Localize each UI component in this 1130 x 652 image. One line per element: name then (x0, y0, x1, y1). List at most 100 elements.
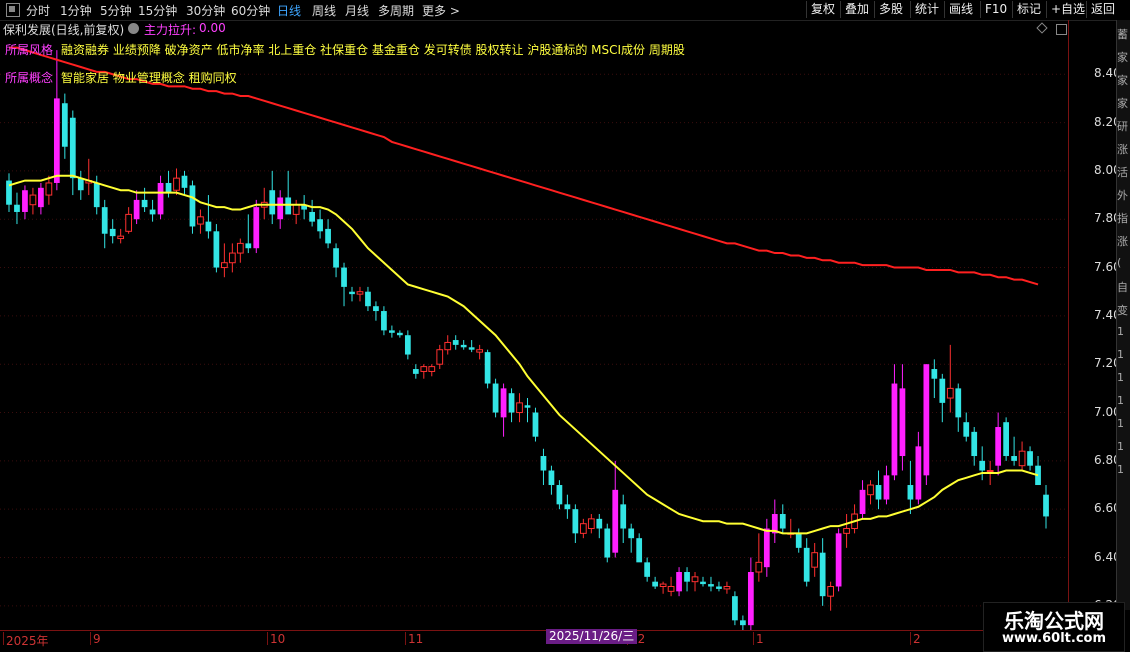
hover-date-label: 2025/11/26/三 (546, 629, 638, 644)
candle (963, 412, 970, 442)
period-tab-6[interactable]: 日线 (277, 2, 301, 19)
tool-button-6[interactable]: 标记 (1012, 1, 1045, 18)
side-panel-char: 蓄 (1117, 28, 1128, 41)
candle-body (532, 412, 539, 437)
period-tab-9[interactable]: 多周期 (378, 2, 414, 19)
watermark-title: 乐淘公式网 (1004, 609, 1104, 633)
candle-body (133, 199, 140, 220)
candle (341, 262, 347, 307)
period-tab-8[interactable]: 月线 (345, 2, 369, 19)
candle-body (220, 262, 228, 269)
side-panel-char: 1 (1117, 371, 1124, 384)
candle-body (356, 291, 364, 295)
candle-body (77, 178, 84, 191)
period-tab-0[interactable]: 分时 (26, 2, 50, 19)
candle-body (22, 190, 28, 212)
candle-body (452, 340, 459, 345)
tool-button-4[interactable]: 画线 (944, 1, 977, 18)
candle-body (763, 528, 770, 568)
candle (236, 238, 244, 263)
candle-body (827, 586, 835, 597)
candle-body (556, 485, 563, 505)
tool-button-0[interactable]: 复权 (806, 1, 839, 18)
candle-body (165, 182, 172, 193)
candle (205, 195, 212, 239)
candle (38, 182, 44, 215)
risk-tags-value: 融资融券 业绩预降 破净资产 低市净率 北上重仓 社保重仓 基金重仓 发可转债 … (61, 43, 685, 57)
candle (946, 344, 954, 413)
candle-body (205, 221, 212, 232)
candle-body (883, 475, 890, 500)
date-tick-label: 10 (266, 632, 286, 646)
date-axis: 2025年 9 10 11 12 1 2 (0, 630, 1068, 651)
side-panel-char: 1 (1117, 440, 1124, 453)
candle (85, 158, 93, 196)
candle-body (564, 504, 571, 510)
candle (540, 448, 547, 486)
candle-body (365, 291, 371, 307)
candle-body (381, 311, 387, 331)
candle-body (228, 252, 236, 264)
tool-button-2[interactable]: 多股 (874, 1, 907, 18)
candle-body (620, 504, 627, 529)
window-toggle-icon[interactable] (1056, 24, 1067, 35)
tool-button-7[interactable]: +自选 (1046, 1, 1089, 18)
candle-body (109, 228, 116, 237)
period-tab-4[interactable]: 30分钟 (186, 2, 225, 19)
candle-body (341, 267, 347, 287)
candle-body (236, 242, 244, 254)
candle (77, 170, 84, 200)
period-tab-1[interactable]: 1分钟 (60, 2, 92, 19)
tool-button-3[interactable]: 统计 (910, 1, 943, 18)
candle (1043, 485, 1049, 529)
candle (659, 581, 667, 594)
candle-body (309, 211, 315, 222)
candle-body (779, 514, 786, 529)
indicator-value: 0.00 (199, 21, 226, 35)
menu-icon[interactable] (6, 3, 20, 17)
side-panel-char: 自 (1117, 281, 1128, 294)
candle-body (644, 562, 651, 577)
period-tab-7[interactable]: 周线 (312, 2, 336, 19)
period-tab-10[interactable]: 更多 > (422, 2, 460, 19)
candle (381, 306, 387, 336)
candle (1018, 441, 1026, 471)
candle (931, 359, 938, 399)
candle-body (404, 335, 411, 355)
side-panel-char: 外 (1117, 189, 1128, 202)
tool-button-5[interactable]: F10 (980, 1, 1011, 18)
candle (365, 286, 371, 312)
candle (213, 224, 220, 273)
watermark-url: www.60lt.com (1001, 631, 1107, 646)
candle (189, 180, 196, 234)
candle-body (197, 216, 204, 225)
candle (723, 581, 731, 594)
candlestick-chart[interactable] (0, 38, 1068, 630)
candle (404, 330, 411, 360)
candle (516, 393, 523, 423)
candle-body (572, 509, 579, 534)
date-tick-label: 1 (753, 632, 764, 646)
period-tab-5[interactable]: 60分钟 (231, 2, 270, 19)
period-tab-2[interactable]: 5分钟 (100, 2, 132, 19)
candle-body (931, 369, 938, 379)
candle (923, 364, 930, 486)
candle-body (125, 213, 133, 232)
candle-body (716, 586, 722, 589)
candle (875, 470, 882, 510)
tool-button-1[interactable]: 叠加 (840, 1, 873, 18)
candle-body (971, 431, 978, 457)
concept-tags-value: 智能家居 物业管理概念 租购同权 (61, 71, 237, 85)
candle-body (955, 388, 962, 418)
indicator-toggle-icon[interactable] (128, 23, 139, 34)
candle-body (292, 204, 300, 215)
candle (101, 199, 108, 249)
candle (141, 187, 148, 212)
candle-body (875, 485, 882, 500)
candle (732, 591, 738, 626)
tool-button-8[interactable]: 返回 (1086, 1, 1119, 18)
candle-body (277, 197, 284, 220)
side-panel-char: 1 (1117, 417, 1124, 430)
period-tab-3[interactable]: 15分钟 (138, 2, 177, 19)
candle-body (141, 199, 148, 208)
